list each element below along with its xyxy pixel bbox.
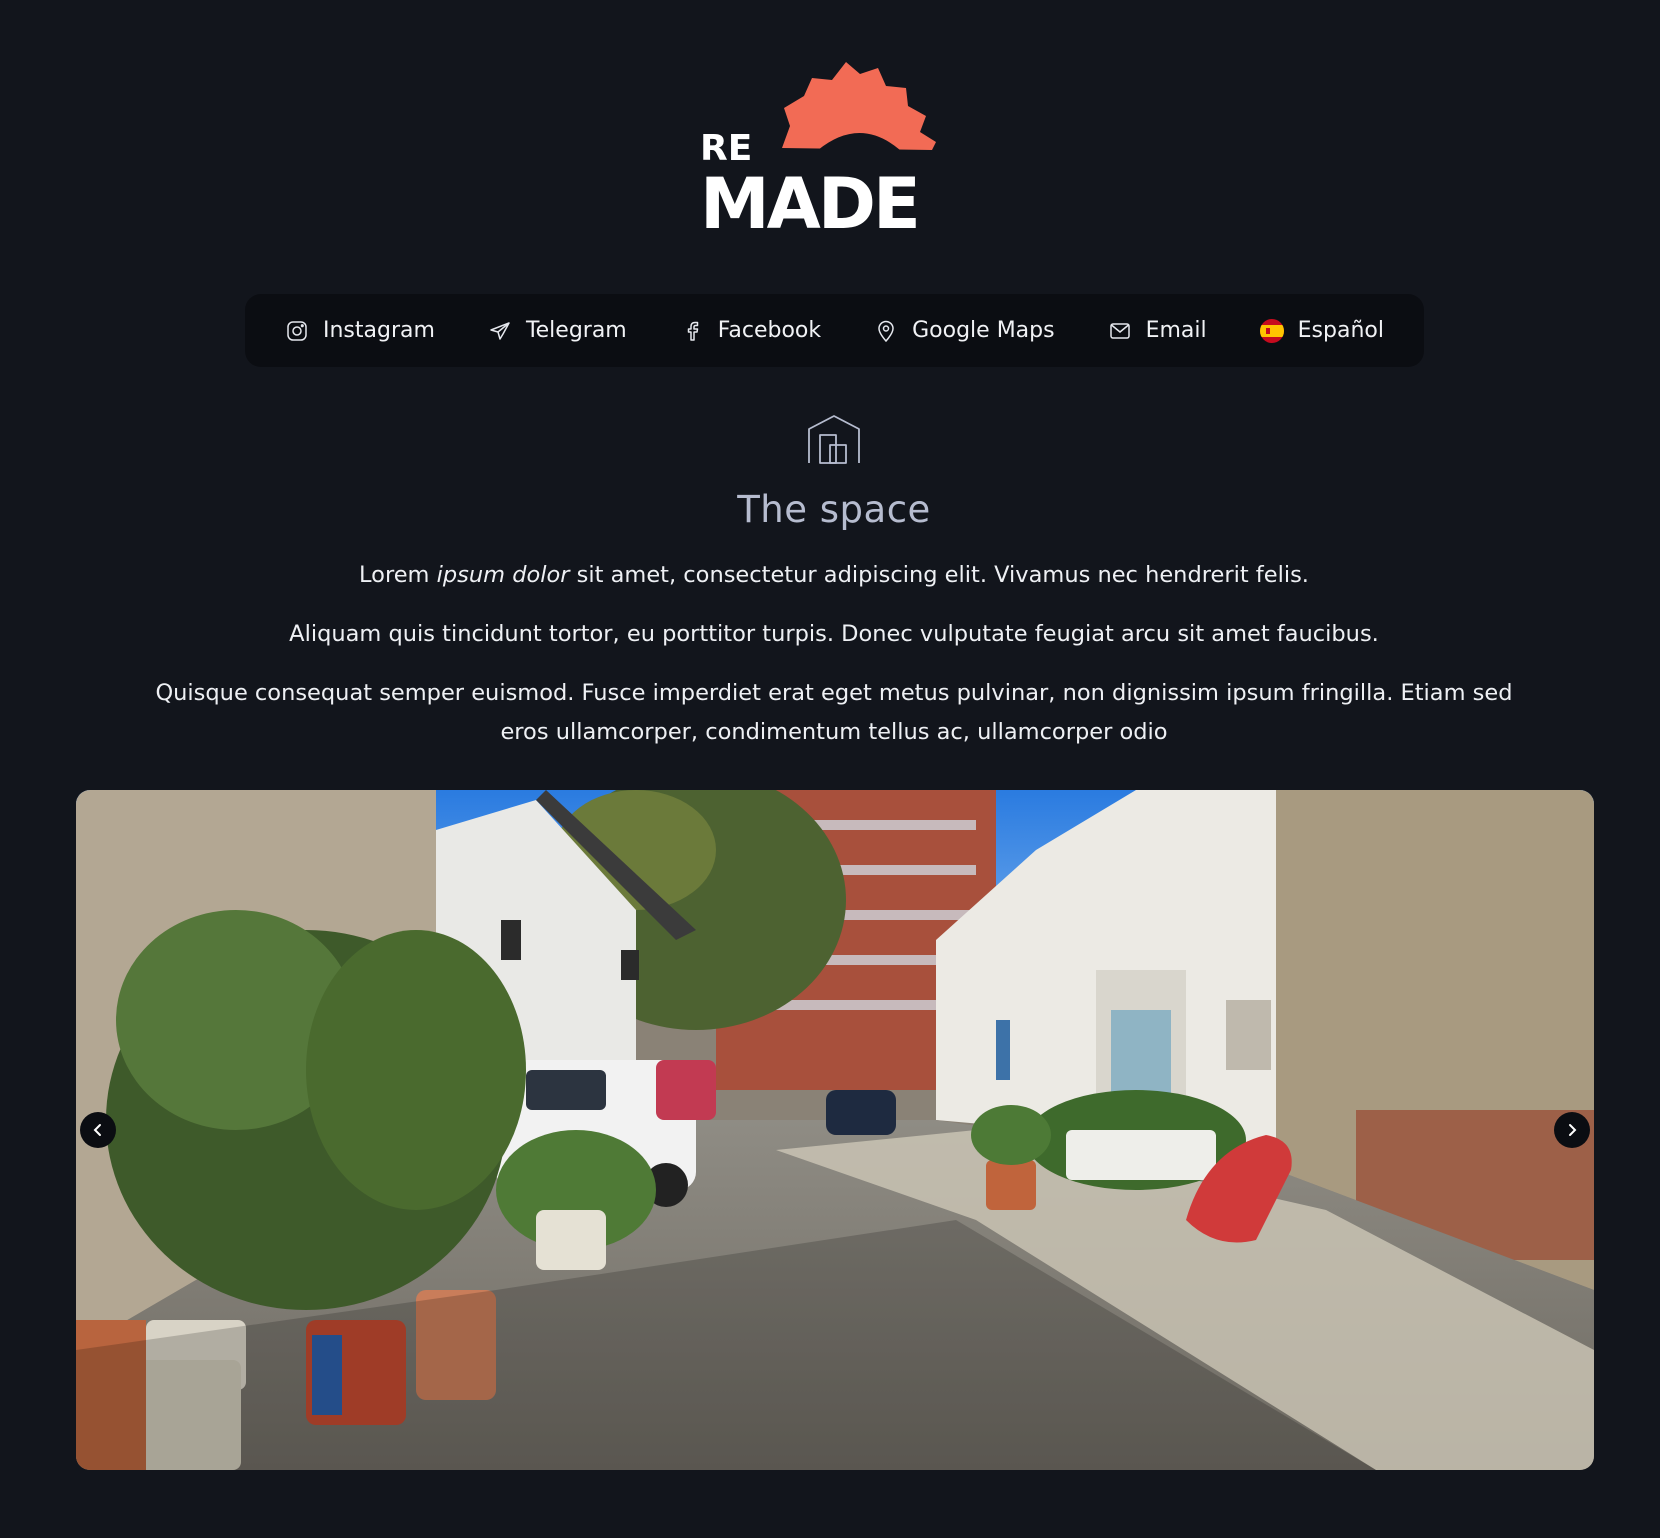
telegram-icon [488, 319, 512, 343]
nav-label: Telegram [525, 318, 627, 343]
spain-flag-icon [1259, 318, 1284, 343]
remade-logo[interactable]: RE MADE [700, 56, 970, 236]
nav-email[interactable]: Email [1108, 318, 1207, 343]
facebook-icon [680, 319, 704, 343]
nav-label: Instagram [323, 318, 435, 343]
nav-facebook[interactable]: Facebook [680, 318, 821, 343]
nav-instagram[interactable]: Instagram [285, 318, 435, 343]
nav-label: Google Maps [912, 318, 1055, 343]
photo-carousel[interactable] [76, 790, 1594, 1470]
section-paragraph-3: Quisque consequat semper euismod. Fusce … [155, 680, 1513, 745]
carousel-next-button[interactable] [1554, 1112, 1590, 1148]
section-title: The space [737, 488, 931, 531]
building-icon [806, 413, 862, 469]
map-pin-icon [874, 319, 898, 343]
carousel-prev-button[interactable] [80, 1112, 116, 1148]
nav-label: Español [1297, 318, 1384, 343]
nav-telegram[interactable]: Telegram [488, 318, 627, 343]
nav-language[interactable]: Español [1259, 318, 1384, 343]
nav-label: Facebook [717, 318, 822, 343]
instagram-icon [285, 319, 309, 343]
paragraph-text: sit amet, consectetur adipiscing elit. V… [569, 562, 1309, 588]
logo-graphic: RE MADE [700, 62, 936, 236]
nav-google-maps[interactable]: Google Maps [874, 318, 1055, 343]
section-paragraph-2: Aliquam quis tincidunt tortor, eu portti… [289, 621, 1379, 647]
svg-text:MADE: MADE [700, 163, 918, 236]
paragraph-text: Lorem [359, 562, 437, 588]
social-nav: Instagram Telegram Facebook Google Maps … [245, 294, 1424, 367]
chevron-left-icon [91, 1123, 105, 1137]
page: RE MADE Instagram Telegram Facebook Goog… [0, 0, 1660, 1538]
mail-icon [1108, 319, 1132, 343]
carousel-photo [76, 790, 1594, 1470]
section-paragraph-1: Lorem ipsum dolor sit amet, consectetur … [130, 556, 1538, 595]
nav-label: Email [1145, 318, 1207, 343]
chevron-right-icon [1565, 1123, 1579, 1137]
paragraph-emphasis: ipsum dolor [436, 562, 570, 588]
